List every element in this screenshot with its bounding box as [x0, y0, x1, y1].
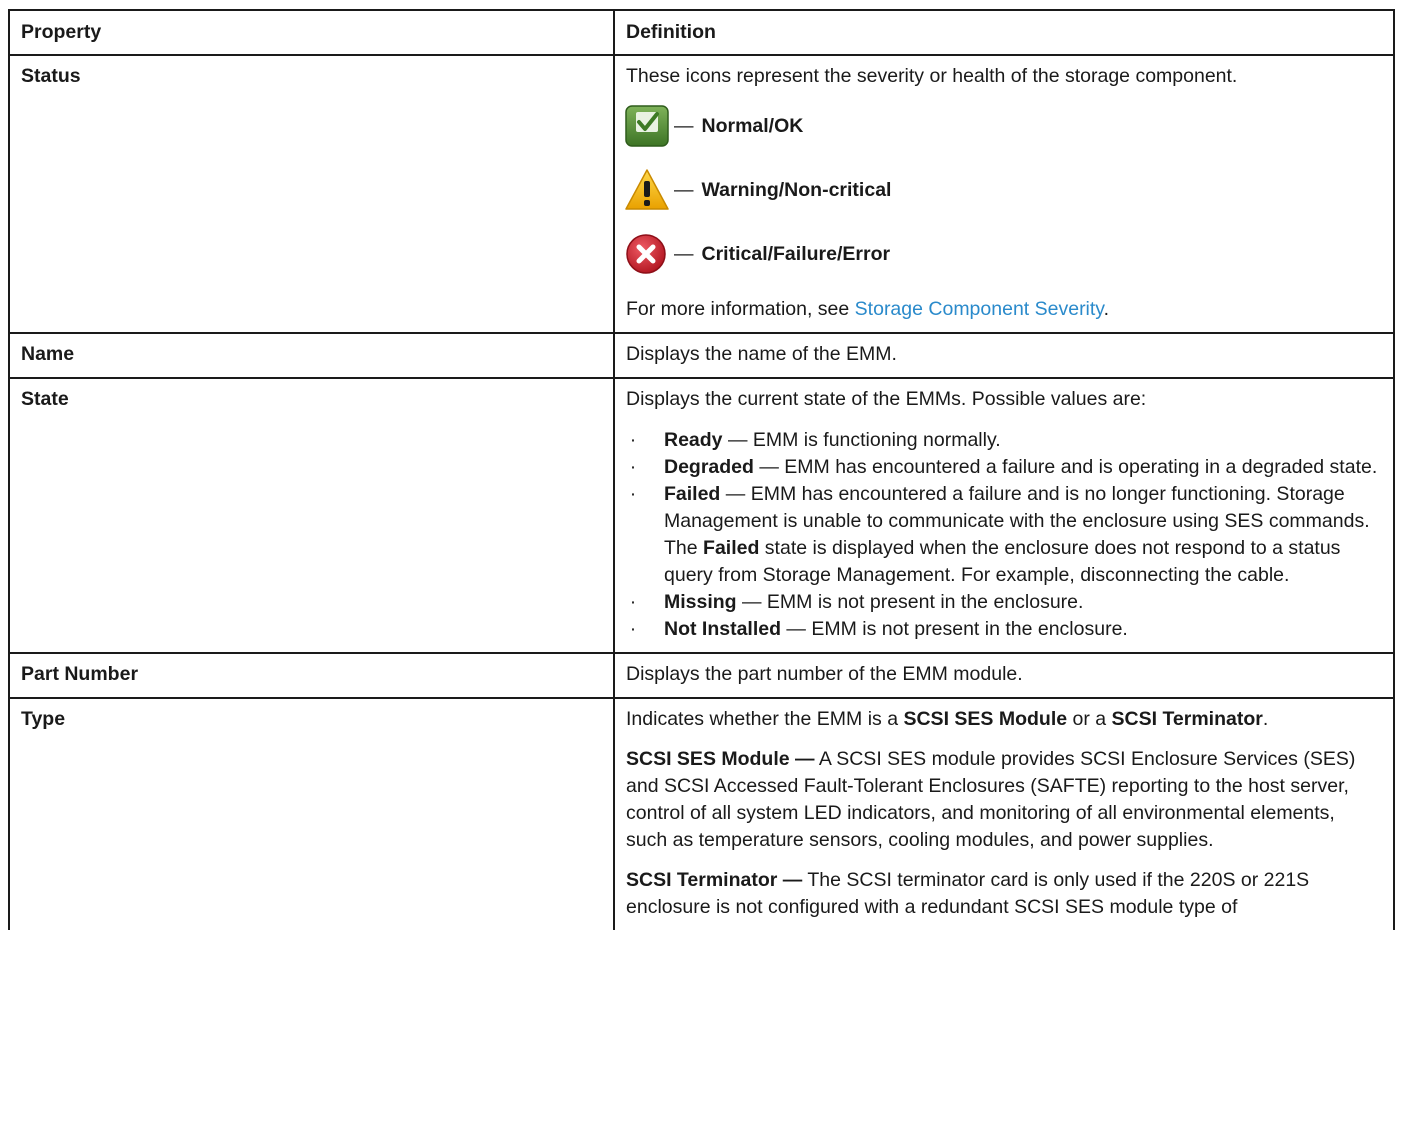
bullet: ·: [629, 483, 637, 505]
status-more-info: For more information, see Storage Compon…: [626, 296, 1381, 323]
status-critical-label: Critical/Failure/Error: [701, 242, 891, 265]
state-values-list: · Ready — EMM is functioning normally. · D…: [626, 427, 1381, 643]
list-item: · Ready — EMM is functioning normally.: [626, 427, 1381, 454]
property-state: State: [8, 377, 615, 654]
table-row: Status These icons represent the severit…: [8, 54, 1395, 334]
state-desc: — EMM is functioning normally.: [722, 429, 1001, 451]
type-text: Indicates whether the EMM is a: [626, 708, 904, 730]
status-dash: —: [674, 114, 694, 137]
definition-name: Displays the name of the EMM.: [613, 332, 1395, 379]
bullet: ·: [629, 456, 637, 478]
property-name: Name: [8, 332, 615, 379]
definition-type: Indicates whether the EMM is a SCSI SES …: [613, 697, 1395, 930]
property-type: Type: [8, 697, 615, 930]
state-desc-cont: state is displayed when the enclosure do…: [664, 537, 1341, 586]
status-normal-row: — Normal/OK: [624, 100, 1381, 152]
state-term: Not Installed: [664, 618, 782, 640]
type-ses-module: SCSI SES Module — A SCSI SES module prov…: [626, 746, 1381, 854]
definition-status: These icons represent the severity or he…: [613, 54, 1395, 334]
status-warning-row: — Warning/Non-critical: [624, 164, 1381, 216]
state-desc: — EMM has encountered a failure and is o…: [753, 456, 1378, 478]
emm-properties-table: Property Definition Status These icons r…: [8, 9, 1395, 930]
storage-component-severity-link[interactable]: Storage Component Severity: [855, 298, 1104, 320]
state-desc: — EMM is not present in the enclosure.: [781, 618, 1128, 640]
list-item: · Failed — EMM has encountered a failure …: [626, 481, 1381, 589]
type-text: .: [1262, 708, 1269, 730]
table-row: Type Indicates whether the EMM is a SCSI…: [8, 697, 1395, 930]
type-term: SCSI Terminator —: [626, 869, 803, 891]
type-terminator: SCSI Terminator — The SCSI terminator ca…: [626, 867, 1381, 921]
property-part-number: Part Number: [8, 652, 615, 699]
critical-x-icon: [624, 232, 670, 276]
type-term: SCSI SES Module —: [626, 748, 815, 770]
type-term: SCSI SES Module: [903, 708, 1068, 730]
header-property: Property: [8, 9, 615, 56]
check-icon: [624, 104, 670, 148]
state-term: Degraded: [664, 456, 754, 478]
status-normal-label: Normal/OK: [701, 114, 804, 137]
state-desc: — EMM is not present in the enclosure.: [736, 591, 1084, 613]
state-term: Missing: [664, 591, 737, 613]
list-item: · Not Installed — EMM is not present in t…: [626, 616, 1381, 643]
table-header-row: Property Definition: [8, 9, 1395, 56]
state-term: Failed: [664, 483, 721, 505]
bullet: ·: [629, 591, 637, 613]
table-row: Name Displays the name of the EMM.: [8, 332, 1395, 379]
status-intro: These icons represent the severity or he…: [626, 65, 1238, 87]
bullet: ·: [629, 618, 637, 640]
status-critical-row: — Critical/Failure/Error: [626, 228, 1381, 280]
state-intro: Displays the current state of the EMMs. …: [626, 388, 1147, 410]
table-row: State Displays the current state of the …: [8, 377, 1395, 654]
type-intro: Indicates whether the EMM is a SCSI SES …: [626, 706, 1381, 733]
table-row: Part Number Displays the part number of …: [8, 652, 1395, 699]
type-text: or a: [1067, 708, 1112, 730]
status-dash: —: [674, 178, 694, 201]
list-item: · Missing — EMM is not present in the enc…: [626, 589, 1381, 616]
more-info-suffix: .: [1103, 298, 1110, 320]
property-status: Status: [8, 54, 615, 334]
type-term: SCSI Terminator: [1111, 708, 1263, 730]
bullet: ·: [629, 429, 637, 451]
more-info-prefix: For more information, see: [626, 298, 855, 320]
state-term: Ready: [664, 429, 723, 451]
list-item: · Degraded — EMM has encountered a failur…: [626, 454, 1381, 481]
status-warning-label: Warning/Non-critical: [701, 178, 892, 201]
definition-state: Displays the current state of the EMMs. …: [613, 377, 1395, 654]
warning-icon: [624, 168, 670, 212]
definition-part-number: Displays the part number of the EMM modu…: [613, 652, 1395, 699]
status-dash: —: [674, 242, 694, 265]
state-term-inline: Failed: [703, 537, 760, 559]
header-definition: Definition: [613, 9, 1395, 56]
